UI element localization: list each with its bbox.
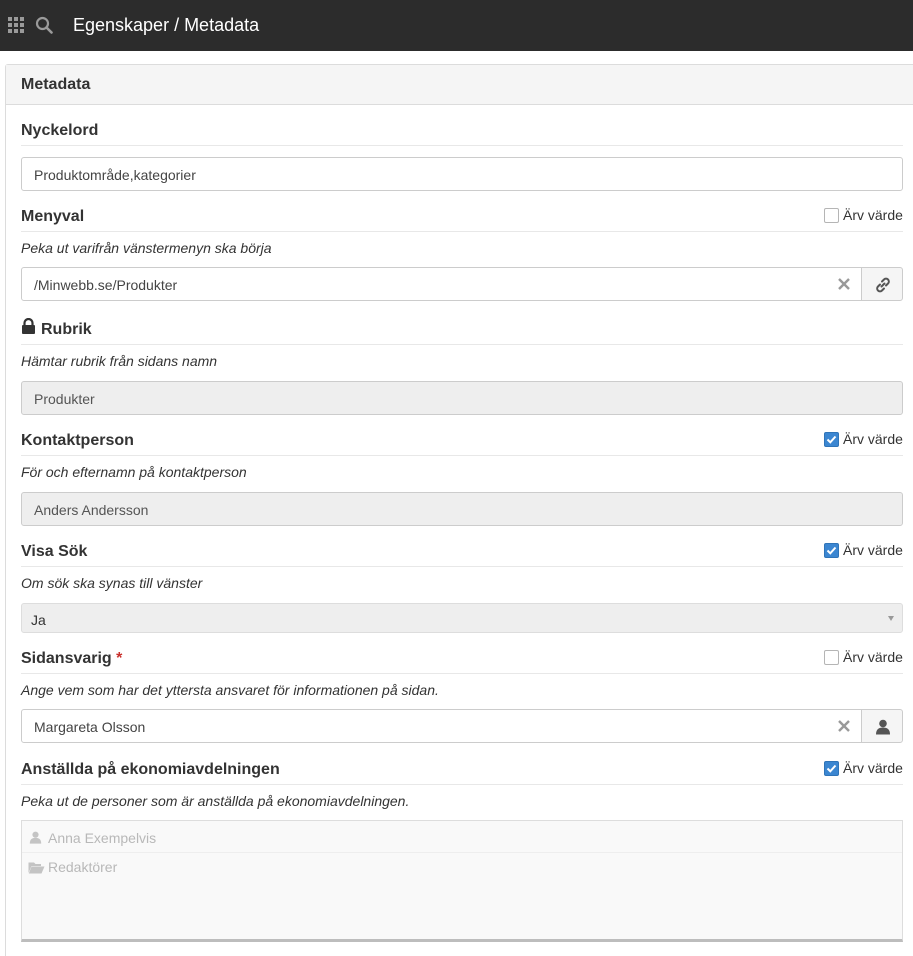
close-icon[interactable]	[837, 718, 851, 734]
search-setting-label: Visa Sök	[21, 543, 88, 560]
checkbox-checked[interactable]	[824, 761, 839, 776]
staff-label: Anställda på ekonomiavdelningen	[21, 761, 280, 778]
search-select: Ja	[21, 603, 903, 633]
owner-input-group: Margareta Olsson	[21, 709, 903, 743]
menu-label: Menyval	[21, 208, 85, 225]
keywords-input[interactable]: Produktområde,kategorier	[21, 157, 903, 191]
inherit-label: Ärv värde	[843, 760, 903, 776]
top-bar: Egenskaper / Metadata	[0, 0, 913, 51]
grid-icon[interactable]	[8, 17, 24, 33]
contact-input: Anders Andersson	[21, 492, 903, 526]
inherit-label: Ärv värde	[843, 542, 903, 558]
contact-help-text: För och efternamn på kontaktperson	[21, 464, 247, 480]
panel-heading: Metadata	[6, 65, 913, 105]
staff-list: Anna Exempelvis Redaktörer	[21, 820, 903, 942]
contact-label: Kontaktperson	[21, 432, 134, 449]
list-item-text: Redaktörer	[48, 859, 118, 875]
page-title: Egenskaper / Metadata	[73, 15, 260, 35]
heading-label: Rubrik	[41, 321, 92, 338]
owner-label: Sidansvarig *	[21, 650, 122, 668]
checkbox-checked[interactable]	[824, 543, 839, 558]
search-select-value: Ja	[31, 612, 46, 628]
menu-input-group: /Minwebb.se/Produkter	[21, 267, 903, 301]
divider	[21, 145, 903, 146]
list-item: Redaktörer	[22, 853, 902, 885]
close-icon[interactable]	[837, 276, 851, 292]
required-marker: *	[116, 650, 123, 667]
owner-label-text: Sidansvarig	[21, 650, 112, 667]
owner-value: Margareta Olsson	[34, 719, 146, 735]
folder-open-icon	[28, 862, 45, 874]
divider	[21, 231, 903, 232]
staff-help-text: Peka ut de personer som är anställda på …	[21, 793, 410, 809]
user-icon	[876, 719, 890, 735]
divider	[21, 784, 903, 785]
heading-input: Produkter	[21, 381, 903, 415]
panel-title: Metadata	[21, 76, 91, 93]
inherit-label: Ärv värde	[843, 207, 903, 223]
keywords-value: Produktområde,kategorier	[34, 167, 196, 183]
search-help-text: Om sök ska synas till vänster	[21, 575, 203, 591]
inherit-label: Ärv värde	[843, 649, 903, 665]
owner-help-text: Ange vem som har det yttersta ansvaret f…	[21, 682, 439, 698]
list-item: Anna Exempelvis	[22, 821, 902, 853]
checkbox[interactable]	[824, 650, 839, 665]
menu-input[interactable]: /Minwebb.se/Produkter	[21, 267, 862, 301]
menu-value: /Minwebb.se/Produkter	[34, 277, 178, 293]
user-icon	[29, 831, 42, 844]
checkbox[interactable]	[824, 208, 839, 223]
heading-help-text: Hämtar rubrik från sidans namn	[21, 353, 218, 369]
select-link-button[interactable]	[861, 267, 903, 301]
lock-icon	[22, 318, 35, 334]
checkbox-checked[interactable]	[824, 432, 839, 447]
divider	[21, 344, 903, 345]
divider	[21, 566, 903, 567]
search-icon[interactable]	[35, 16, 53, 34]
divider	[21, 673, 903, 674]
menu-help-text: Peka ut varifrån vänstermenyn ska börja	[21, 240, 272, 256]
contact-value: Anders Andersson	[34, 502, 149, 518]
link-icon	[876, 277, 890, 293]
caret-down-icon	[888, 616, 894, 621]
heading-value: Produkter	[34, 391, 95, 407]
keywords-label: Nyckelord	[21, 122, 99, 139]
select-user-button[interactable]	[861, 709, 903, 743]
inherit-label: Ärv värde	[843, 431, 903, 447]
owner-input[interactable]: Margareta Olsson	[21, 709, 862, 743]
divider	[21, 455, 903, 456]
list-item-text: Anna Exempelvis	[48, 830, 157, 846]
